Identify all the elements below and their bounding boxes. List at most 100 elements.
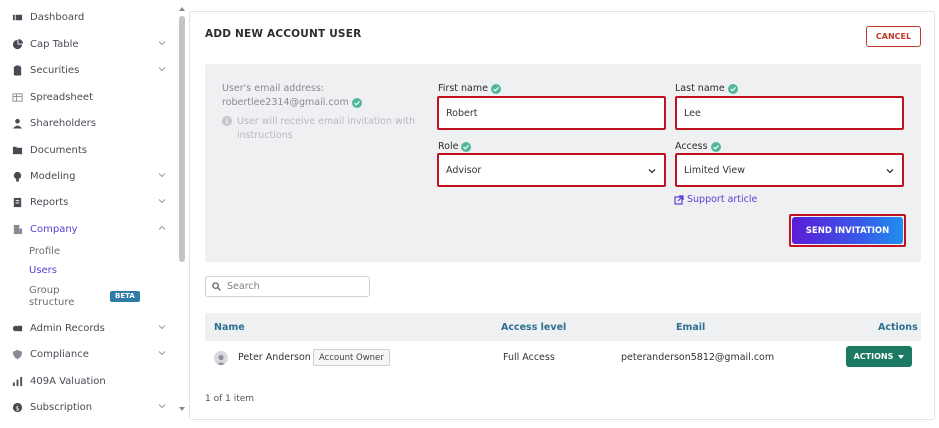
email-value: robertlee2314@gmail.com [222, 97, 362, 108]
sidebar-item-subscription[interactable]: $ Subscription [12, 396, 172, 418]
sidebar-item-label: Reports [30, 196, 69, 208]
role-label-text: Role [438, 141, 459, 152]
sidebar-item-label: Admin Records [30, 322, 105, 334]
sidebar-subitem-label: Group [29, 285, 60, 296]
column-header-email[interactable]: Email [676, 322, 705, 333]
column-header-name[interactable]: Name [214, 322, 245, 333]
first-name-label: First name [438, 83, 501, 94]
sidebar-item-label: Securities [30, 64, 80, 76]
sidebar-item-label: Modeling [30, 170, 76, 182]
shield-icon [12, 349, 23, 360]
add-user-card: ADD NEW ACCOUNT USER CANCEL User's email… [189, 11, 935, 420]
sidebar-subitem-group-structure[interactable]: Group structure [29, 285, 74, 309]
pie-chart-icon [12, 38, 23, 50]
user-icon [12, 118, 23, 129]
svg-text:$: $ [15, 404, 19, 412]
access-select-value: Limited View [684, 164, 745, 176]
user-name: Peter Anderson [238, 352, 311, 363]
search-placeholder: Search [227, 281, 260, 292]
sidebar-item-label: Compliance [30, 348, 89, 360]
bulb-icon [12, 171, 23, 182]
records-icon [12, 323, 23, 334]
chevron-down-icon [158, 325, 166, 330]
folder-icon [12, 145, 23, 156]
sidebar-item-securities[interactable]: Securities [12, 59, 172, 81]
users-table-header: Name Access level Email Actions [205, 313, 921, 341]
sidebar: Dashboard Cap Table Securities Spreadshe… [0, 0, 176, 428]
sidebar-item-admin-records[interactable]: Admin Records [12, 317, 172, 339]
page-title: ADD NEW ACCOUNT USER [205, 28, 362, 40]
actions-dropdown-button[interactable]: ACTIONS [846, 346, 912, 367]
send-invitation-button[interactable]: SEND INVITATION [792, 217, 903, 244]
access-label: Access [675, 141, 721, 152]
chevron-up-icon [158, 225, 166, 230]
last-name-field[interactable]: Lee [675, 96, 904, 130]
user-access-level: Full Access [503, 352, 555, 363]
chevron-down-icon [886, 169, 894, 174]
first-name-label-text: First name [438, 83, 488, 94]
sidebar-item-reports[interactable]: Reports [12, 191, 172, 213]
scroll-down-arrow-icon[interactable] [178, 405, 186, 413]
first-name-field[interactable]: Robert [437, 96, 666, 130]
actions-button-label: ACTIONS [853, 352, 894, 361]
role-label: Role [438, 141, 472, 152]
check-circle-icon [461, 141, 472, 152]
sidebar-item-label: Spreadsheet [30, 91, 93, 103]
column-header-access-level[interactable]: Access level [501, 322, 566, 333]
table-row: Peter Anderson Account Owner Full Access… [205, 343, 921, 375]
caret-down-icon [898, 354, 905, 359]
invite-hint-line-1: User will receive email invitation with [237, 116, 416, 127]
check-circle-icon [351, 97, 362, 108]
sidebar-item-label: Dashboard [30, 11, 85, 23]
email-value-text: robertlee2314@gmail.com [222, 97, 349, 108]
sidebar-subitem-profile[interactable]: Profile [29, 246, 60, 257]
account-owner-badge: Account Owner [313, 349, 390, 366]
sidebar-item-label: Company [30, 223, 78, 235]
chevron-down-icon [158, 404, 166, 409]
sidebar-item-label: 409A Valuation [30, 375, 106, 387]
sidebar-item-documents[interactable]: Documents [12, 139, 172, 161]
chevron-down-icon [158, 67, 166, 72]
scroll-up-arrow-icon[interactable] [178, 5, 186, 13]
search-input[interactable]: Search [205, 276, 370, 297]
cancel-button[interactable]: CANCEL [866, 26, 921, 47]
last-name-label: Last name [675, 83, 738, 94]
valuation-icon [12, 376, 23, 387]
check-circle-icon [490, 83, 501, 94]
access-label-text: Access [675, 141, 708, 152]
chevron-down-icon [648, 169, 656, 174]
sidebar-subitem-users[interactable]: Users [29, 265, 57, 276]
support-article-text: Support article [687, 194, 758, 205]
sidebar-item-shareholders[interactable]: Shareholders [12, 112, 172, 134]
column-header-actions: Actions [878, 322, 918, 333]
search-icon [212, 282, 221, 291]
sidebar-subitem-label: structure [29, 297, 75, 308]
sidebar-item-409a-valuation[interactable]: 409A Valuation [12, 370, 172, 392]
support-article-link[interactable]: Support article [674, 194, 757, 205]
sidebar-item-company[interactable]: Company [12, 218, 172, 240]
beta-badge: BETA [110, 291, 140, 302]
sidebar-item-spreadsheet[interactable]: Spreadsheet [12, 86, 172, 108]
sidebar-item-label: Subscription [30, 401, 93, 413]
access-select[interactable]: Limited View [675, 153, 904, 187]
role-select[interactable]: Advisor [437, 153, 666, 187]
sidebar-item-cap-table[interactable]: Cap Table [12, 33, 172, 55]
role-select-value: Advisor [446, 164, 482, 176]
info-icon [222, 116, 232, 126]
external-link-icon [674, 194, 684, 205]
sidebar-item-compliance[interactable]: Compliance [12, 343, 172, 365]
email-label: User's email address: [222, 83, 324, 94]
sidebar-item-modeling[interactable]: Modeling [12, 165, 172, 187]
chevron-down-icon [158, 199, 166, 204]
check-circle-icon [727, 83, 738, 94]
report-icon [12, 197, 23, 208]
invite-hint-line-2: instructions [237, 130, 293, 141]
dollar-icon: $ [12, 402, 23, 413]
sidebar-item-label: Shareholders [30, 117, 96, 129]
last-name-label-text: Last name [675, 83, 725, 94]
check-circle-icon [710, 141, 721, 152]
sidebar-item-dashboard[interactable]: Dashboard [12, 6, 172, 28]
scrollbar-thumb[interactable] [179, 16, 185, 262]
dashboard-icon [12, 12, 23, 23]
building-icon [12, 224, 23, 235]
